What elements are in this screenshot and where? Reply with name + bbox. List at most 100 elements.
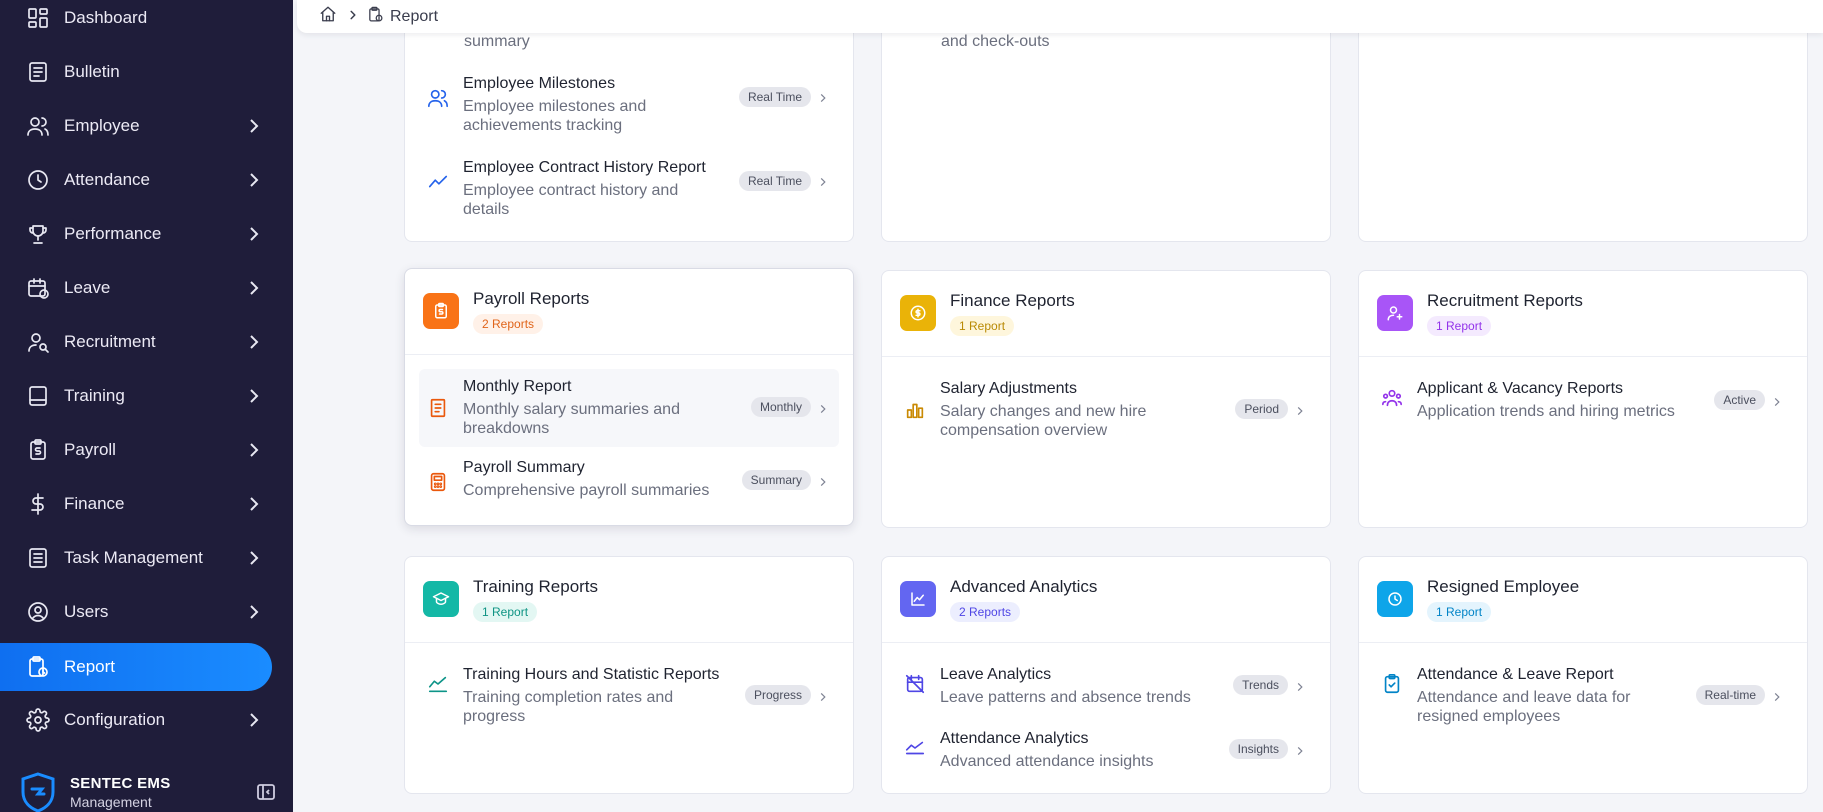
report-row-payroll-summary[interactable]: Payroll Summary Comprehensive payroll su… <box>419 455 839 509</box>
sidebar-item-finance[interactable]: Finance <box>0 480 272 528</box>
leave-reports-card <box>1358 0 1808 242</box>
report-icon <box>26 655 50 679</box>
partial-desc: and check-outs <box>941 33 1050 50</box>
status-badge: Real Time <box>738 87 811 107</box>
chevron-right-icon <box>244 224 264 244</box>
user-circle-icon <box>26 600 50 624</box>
sidebar-collapse-icon[interactable] <box>256 782 276 802</box>
book-icon <box>26 384 50 408</box>
users-icon <box>427 87 449 109</box>
report-row-training-hours[interactable]: Training Hours and Statistic Reports Tra… <box>419 657 839 735</box>
report-desc: Application trends and hiring metrics <box>1417 403 1675 420</box>
dollar-circle-icon <box>900 295 936 331</box>
home-icon[interactable] <box>319 5 337 28</box>
status-badge: Progress <box>744 685 811 705</box>
status-badge: Real-time <box>1695 685 1765 705</box>
card-header: Resigned Employee 1 Report <box>1359 557 1807 643</box>
status-badge: Real Time <box>738 171 811 191</box>
attendance-reports-card: and check-outs <box>881 0 1331 242</box>
chevron-right-icon <box>244 332 264 352</box>
status-badge: Summary <box>741 470 811 490</box>
report-row-attendance-analytics[interactable]: Attendance Analytics Advanced attendance… <box>896 721 1316 777</box>
chevron-right-icon <box>244 278 264 298</box>
bar-chart-icon <box>904 399 926 421</box>
payroll-reports-card: Payroll Reports 2 Reports Monthly Report… <box>404 268 854 526</box>
users-group-icon <box>1381 387 1403 409</box>
report-title: Attendance & Leave Report <box>1417 666 1614 683</box>
card-title: Finance Reports <box>950 291 1075 310</box>
gear-icon <box>26 708 50 732</box>
sidebar-item-employee[interactable]: Employee <box>0 102 272 150</box>
report-desc: Monthly salary summaries and breakdowns <box>463 401 680 437</box>
chevron-right-icon <box>244 440 264 460</box>
report-title: Employee Contract History Report <box>463 159 706 176</box>
calendar-icon <box>26 276 50 300</box>
report-desc: Employee contract history and details <box>463 182 679 218</box>
sidebar-item-label: Training <box>64 386 125 405</box>
report-title: Training Hours and Statistic Reports <box>463 666 720 683</box>
sidebar-item-label: Recruitment <box>64 332 156 351</box>
chevron-right-icon <box>244 602 264 622</box>
report-row-monthly-report[interactable]: Monthly Report Monthly salary summaries … <box>419 369 839 447</box>
report-count-badge: 1 Report <box>1427 602 1492 622</box>
report-title: Attendance Analytics <box>940 730 1089 747</box>
breadcrumb: Report <box>297 0 1823 33</box>
sidebar-item-label: Employee <box>64 116 140 135</box>
breadcrumb-current: Report <box>390 7 439 25</box>
sidebar-item-training[interactable]: Training <box>0 372 272 420</box>
sidebar-item-label: Task Management <box>64 548 203 567</box>
trophy-icon <box>26 222 50 246</box>
employee-reports-card: summary Employee Milestones Employee mil… <box>404 0 854 242</box>
user-search-icon <box>26 330 50 354</box>
report-row-applicant-vacancy[interactable]: Applicant & Vacancy Reports Application … <box>1373 371 1793 427</box>
report-title: Applicant & Vacancy Reports <box>1417 380 1624 397</box>
report-row-attendance-leave[interactable]: Attendance & Leave Report Attendance and… <box>1373 657 1793 735</box>
report-row-employee-contract-history[interactable]: Employee Contract History Report Employe… <box>419 157 839 219</box>
partial-desc: summary <box>464 33 530 50</box>
resigned-employee-card: Resigned Employee 1 Report Attendance & … <box>1358 556 1808 794</box>
sidebar-item-label: Configuration <box>64 710 166 729</box>
report-row-employee-milestones[interactable]: Employee Milestones Employee milestones … <box>419 73 839 135</box>
sidebar-item-users[interactable]: Users <box>0 588 272 636</box>
clock-icon <box>26 168 50 192</box>
sidebar-item-recruitment[interactable]: Recruitment <box>0 318 272 366</box>
sidebar-item-dashboard[interactable]: Dashboard <box>0 0 272 42</box>
sidebar-item-performance[interactable]: Performance <box>0 210 272 258</box>
sidebar-item-attendance[interactable]: Attendance <box>0 156 272 204</box>
report-desc: Salary changes and new hire compensation… <box>940 403 1147 439</box>
calculator-icon <box>427 471 449 493</box>
sidebar-item-report[interactable]: Report <box>0 643 272 691</box>
clock-icon <box>1377 581 1413 617</box>
report-row-leave-analytics[interactable]: Leave Analytics Leave patterns and absen… <box>896 657 1316 713</box>
card-header: Training Reports 1 Report <box>405 557 853 643</box>
users-icon <box>26 114 50 138</box>
sidebar-item-label: Report <box>64 657 116 676</box>
card-title: Training Reports <box>473 577 599 596</box>
sidebar-item-label: Leave <box>64 278 111 297</box>
dollar-icon <box>26 492 50 516</box>
report-row-salary-adjustments[interactable]: Salary Adjustments Salary changes and ne… <box>896 371 1316 449</box>
chevron-right-icon <box>347 8 359 26</box>
report-desc: Training completion rates and progress <box>463 689 674 725</box>
report-icon <box>367 6 384 28</box>
sidebar-item-task-management[interactable]: Task Management <box>0 534 272 582</box>
sidebar-item-label: Bulletin <box>64 62 120 81</box>
card-title: Payroll Reports <box>473 289 590 308</box>
report-count-badge: 2 Reports <box>950 602 1021 622</box>
sidebar-item-bulletin[interactable]: Bulletin <box>0 48 272 96</box>
task-icon <box>26 546 50 570</box>
report-desc: Advanced attendance insights <box>940 753 1154 770</box>
chevron-right-icon <box>1294 404 1306 416</box>
sidebar-item-configuration[interactable]: Configuration <box>0 696 272 744</box>
bulletin-icon <box>26 60 50 84</box>
recruitment-reports-card: Recruitment Reports 1 Report Applicant &… <box>1358 270 1808 528</box>
chevron-right-icon <box>244 548 264 568</box>
advanced-analytics-card: Advanced Analytics 2 Reports Leave Analy… <box>881 556 1331 794</box>
report-title: Salary Adjustments <box>940 380 1077 397</box>
report-count-badge: 2 Reports <box>473 314 544 334</box>
graduation-cap-icon <box>423 581 459 617</box>
sidebar-item-payroll[interactable]: Payroll <box>0 426 272 474</box>
report-count-badge: 1 Report <box>1427 316 1492 336</box>
card-title: Resigned Employee <box>1427 577 1580 596</box>
sidebar-item-leave[interactable]: Leave <box>0 264 272 312</box>
